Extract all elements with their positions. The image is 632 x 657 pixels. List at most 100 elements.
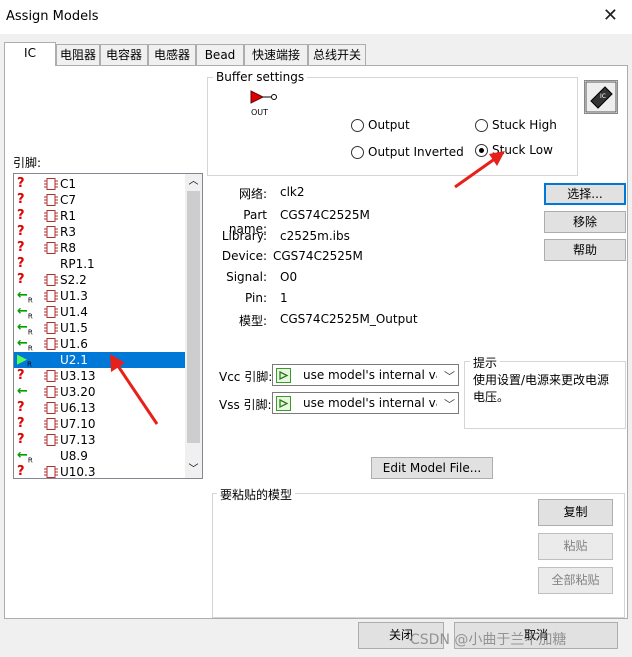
vcc-pin-select[interactable]: use model's internal va ﹀ bbox=[272, 364, 459, 386]
hint-text: 使用设置/电源来更改电源电压。 bbox=[473, 373, 610, 404]
ic-chip-icon: IC bbox=[584, 80, 618, 114]
pin-name: R3 bbox=[60, 225, 76, 239]
pin-name: U3.13 bbox=[60, 369, 96, 383]
pin-list-item[interactable]: ? U7.10 bbox=[14, 416, 185, 432]
unassigned-icon: ? bbox=[17, 368, 25, 383]
close-icon[interactable]: ✕ bbox=[603, 5, 618, 26]
pin-list-item[interactable]: ←R U8.9 bbox=[14, 448, 185, 465]
hint-title: 提示 bbox=[470, 354, 501, 371]
radio-stuck-low-indicator[interactable] bbox=[475, 143, 488, 157]
component-icon bbox=[44, 290, 58, 302]
pin-name: U2.1 bbox=[60, 353, 88, 367]
model-internal-icon bbox=[276, 396, 291, 411]
library-label: Library: bbox=[221, 229, 267, 243]
radio-output-indicator[interactable] bbox=[351, 118, 364, 132]
radio-stuck-high-indicator[interactable] bbox=[475, 118, 488, 132]
pin-list-item[interactable]: ? U3.13 bbox=[14, 368, 185, 384]
select-button[interactable]: 选择... bbox=[544, 183, 626, 205]
tab-bead[interactable]: Bead bbox=[196, 44, 244, 66]
radio-output-inverted[interactable]: Output Inverted bbox=[351, 145, 464, 159]
unassigned-icon: ? bbox=[17, 176, 25, 191]
radio-output-label: Output bbox=[368, 118, 410, 132]
pin-name: U7.10 bbox=[60, 417, 96, 431]
input-pin-icon: ←R bbox=[17, 304, 33, 321]
pin-list-item[interactable]: ←R U1.3 bbox=[14, 288, 185, 305]
pin-list-item[interactable]: ? S2.2 bbox=[14, 272, 185, 288]
pin-list-item[interactable]: ←R U1.6 bbox=[14, 336, 185, 353]
pin-list-item[interactable]: ? U10.3 bbox=[14, 464, 185, 479]
vcc-pin-value: use model's internal va bbox=[303, 368, 437, 382]
vss-pin-select[interactable]: use model's internal va ﹀ bbox=[272, 392, 459, 414]
pin-list-item[interactable]: ? R3 bbox=[14, 224, 185, 240]
pin-name: U10.3 bbox=[60, 465, 96, 479]
chevron-down-icon[interactable]: ﹀ bbox=[444, 368, 455, 384]
paste-all-button[interactable]: 全部粘贴 bbox=[538, 567, 613, 594]
edit-model-file-button[interactable]: Edit Model File... bbox=[371, 457, 493, 479]
svg-text:IC: IC bbox=[600, 93, 606, 100]
component-icon bbox=[44, 338, 58, 350]
unassigned-icon: ? bbox=[17, 416, 25, 431]
radio-output-inverted-indicator[interactable] bbox=[351, 145, 364, 159]
radio-output[interactable]: Output bbox=[351, 118, 410, 132]
part-name-value: CGS74C2525M bbox=[280, 208, 370, 222]
unassigned-icon: ? bbox=[17, 272, 25, 287]
help-button[interactable]: 帮助 bbox=[544, 239, 626, 261]
input-pin-icon: ←R bbox=[17, 448, 33, 465]
unassigned-icon: ? bbox=[17, 208, 25, 223]
tab-quick-termination[interactable]: 快速端接 bbox=[244, 44, 308, 66]
pin-name: U8.9 bbox=[60, 449, 88, 463]
pin-name: C1 bbox=[60, 177, 77, 191]
radio-stuck-high[interactable]: Stuck High bbox=[475, 118, 557, 132]
buffer-symbol-label: OUT bbox=[251, 108, 269, 117]
vcc-pin-label: Vcc 引脚: bbox=[219, 370, 273, 384]
pin-name: R1 bbox=[60, 209, 76, 223]
pin-name: U3.20 bbox=[60, 385, 96, 399]
vss-pin-value: use model's internal va bbox=[303, 396, 437, 410]
paste-button[interactable]: 粘贴 bbox=[538, 533, 613, 560]
scroll-thumb[interactable] bbox=[187, 191, 200, 443]
pin-list-item[interactable]: ← U3.20 bbox=[14, 384, 185, 400]
pin-name: U1.5 bbox=[60, 321, 88, 335]
input-pin-icon: ← bbox=[17, 384, 28, 399]
pin-list-item[interactable]: ? U6.13 bbox=[14, 400, 185, 416]
pin-list-item[interactable]: ? RP1.1 bbox=[14, 256, 185, 272]
unassigned-icon: ? bbox=[17, 240, 25, 255]
pin-name: R8 bbox=[60, 241, 76, 255]
pin-list-item[interactable]: ? U7.13 bbox=[14, 432, 185, 448]
device-label: Device: bbox=[221, 249, 267, 263]
pin-list-item[interactable]: ▶R U2.1 bbox=[14, 352, 185, 369]
chevron-down-icon[interactable]: ﹀ bbox=[444, 396, 455, 412]
pin-list-item[interactable]: ? R1 bbox=[14, 208, 185, 224]
scroll-down-icon[interactable]: ﹀ bbox=[185, 462, 202, 478]
model-internal-icon bbox=[276, 368, 291, 383]
vss-pin-label: Vss 引脚: bbox=[219, 398, 272, 412]
pins-label: 引脚: bbox=[13, 156, 42, 170]
remove-button[interactable]: 移除 bbox=[544, 211, 626, 233]
tab-inductor[interactable]: 电感器 bbox=[148, 44, 196, 66]
signal-value: O0 bbox=[280, 270, 298, 284]
unassigned-icon: ? bbox=[17, 256, 25, 271]
tab-resistor[interactable]: 电阻器 bbox=[56, 44, 100, 66]
unassigned-icon: ? bbox=[17, 464, 25, 479]
pin-label: Pin: bbox=[245, 291, 267, 305]
tab-bus-switch[interactable]: 总线开关 bbox=[308, 44, 366, 66]
unassigned-icon: ? bbox=[17, 192, 25, 207]
model-label: 模型: bbox=[238, 314, 267, 328]
pin-list-scrollbar[interactable]: ︿ ﹀ bbox=[185, 174, 202, 478]
model-value: CGS74C2525M_Output bbox=[280, 312, 418, 326]
scroll-up-icon[interactable]: ︿ bbox=[185, 174, 202, 190]
radio-stuck-low[interactable]: Stuck Low bbox=[475, 143, 553, 157]
pin-list-item[interactable]: ←R U1.5 bbox=[14, 320, 185, 337]
pin-list-item[interactable]: ? R8 bbox=[14, 240, 185, 256]
unassigned-icon: ? bbox=[17, 224, 25, 239]
copy-button[interactable]: 复制 bbox=[538, 499, 613, 526]
net-label: 网络: bbox=[238, 187, 267, 201]
tab-capacitor[interactable]: 电容器 bbox=[100, 44, 148, 66]
pin-list-item[interactable]: ? C7 bbox=[14, 192, 185, 208]
pin-name: U1.3 bbox=[60, 289, 88, 303]
pin-list-item[interactable]: ? C1 bbox=[14, 176, 185, 192]
pin-list[interactable]: ? C1? C7? R1? R3? R8? RP1.1? S2.2 ←R U1.3 ←R U1.4 ←R… bbox=[13, 173, 203, 479]
pin-list-item[interactable]: ←R U1.4 bbox=[14, 304, 185, 321]
tab-ic[interactable]: IC bbox=[4, 42, 56, 66]
pin-name: C7 bbox=[60, 193, 77, 207]
